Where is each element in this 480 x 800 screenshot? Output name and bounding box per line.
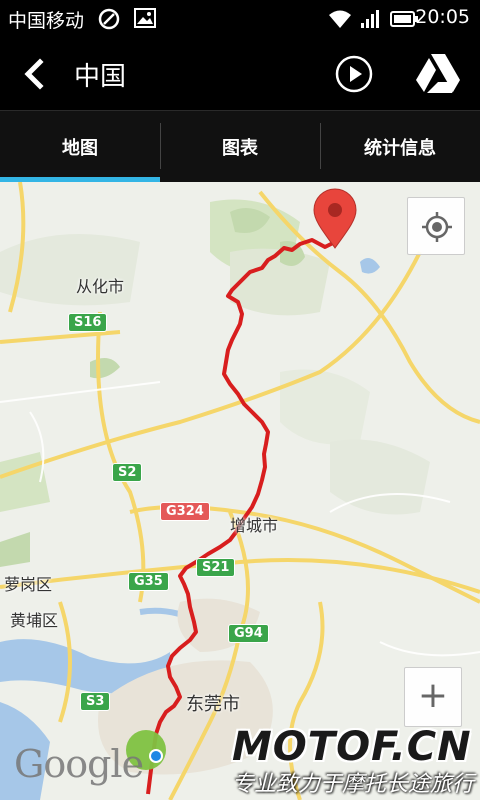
page-title: 中国 [74, 62, 127, 92]
road-shield-s16: S16 [68, 313, 108, 332]
my-location-button[interactable] [407, 197, 465, 255]
google-drive-icon[interactable] [414, 52, 462, 96]
watermark-title: MOTOF.CN [232, 724, 472, 770]
watermark-subtitle: 专业致力于摩托长途旅行 [232, 772, 475, 797]
road-shield-s21: S21 [196, 558, 236, 577]
tab-chart-label: 图表 [222, 138, 258, 159]
tab-bar: 地图 图表 统计信息 [0, 110, 480, 183]
road-shield-g94: G94 [228, 624, 269, 643]
place-label-huangpu: 黄埔区 [10, 611, 59, 630]
tab-statistics-label: 统计信息 [364, 138, 436, 159]
road-shield-s3: S3 [80, 692, 111, 711]
tab-statistics[interactable]: 统计信息 [320, 111, 480, 183]
place-label-conghua: 从化市 [76, 277, 125, 296]
action-bar: 中国 [0, 38, 480, 110]
zoom-in-button[interactable]: + [404, 667, 462, 727]
sync-icon [98, 8, 120, 34]
wifi-icon [328, 9, 352, 33]
place-label-luogang: 萝岗区 [4, 575, 53, 594]
road-shield-g35: G35 [128, 572, 169, 591]
place-label-dongguan: 东莞市 [186, 694, 240, 715]
back-arrow-icon[interactable] [20, 58, 50, 90]
google-attribution: Google [14, 742, 144, 786]
road-shield-g324: G324 [160, 502, 210, 521]
signal-icon [360, 9, 380, 33]
play-icon[interactable] [334, 54, 374, 94]
road-shield-s2: S2 [112, 463, 143, 482]
status-bar: 中国移动 20:05 [0, 0, 480, 38]
tab-map-label: 地图 [62, 138, 98, 159]
tab-map[interactable]: 地图 [0, 111, 160, 183]
map-view[interactable]: 从化市 增城市 萝岗区 黄埔区 东莞市 S16 S2 G324 S21 G35 … [0, 182, 480, 800]
image-notification-icon [134, 8, 156, 32]
carrier-name: 中国移动 [8, 10, 85, 32]
clock: 20:05 [415, 6, 470, 28]
tab-chart[interactable]: 图表 [160, 111, 320, 183]
battery-icon [390, 11, 418, 31]
place-label-zengcheng: 增城市 [230, 516, 279, 535]
crosshair-icon [422, 212, 452, 242]
